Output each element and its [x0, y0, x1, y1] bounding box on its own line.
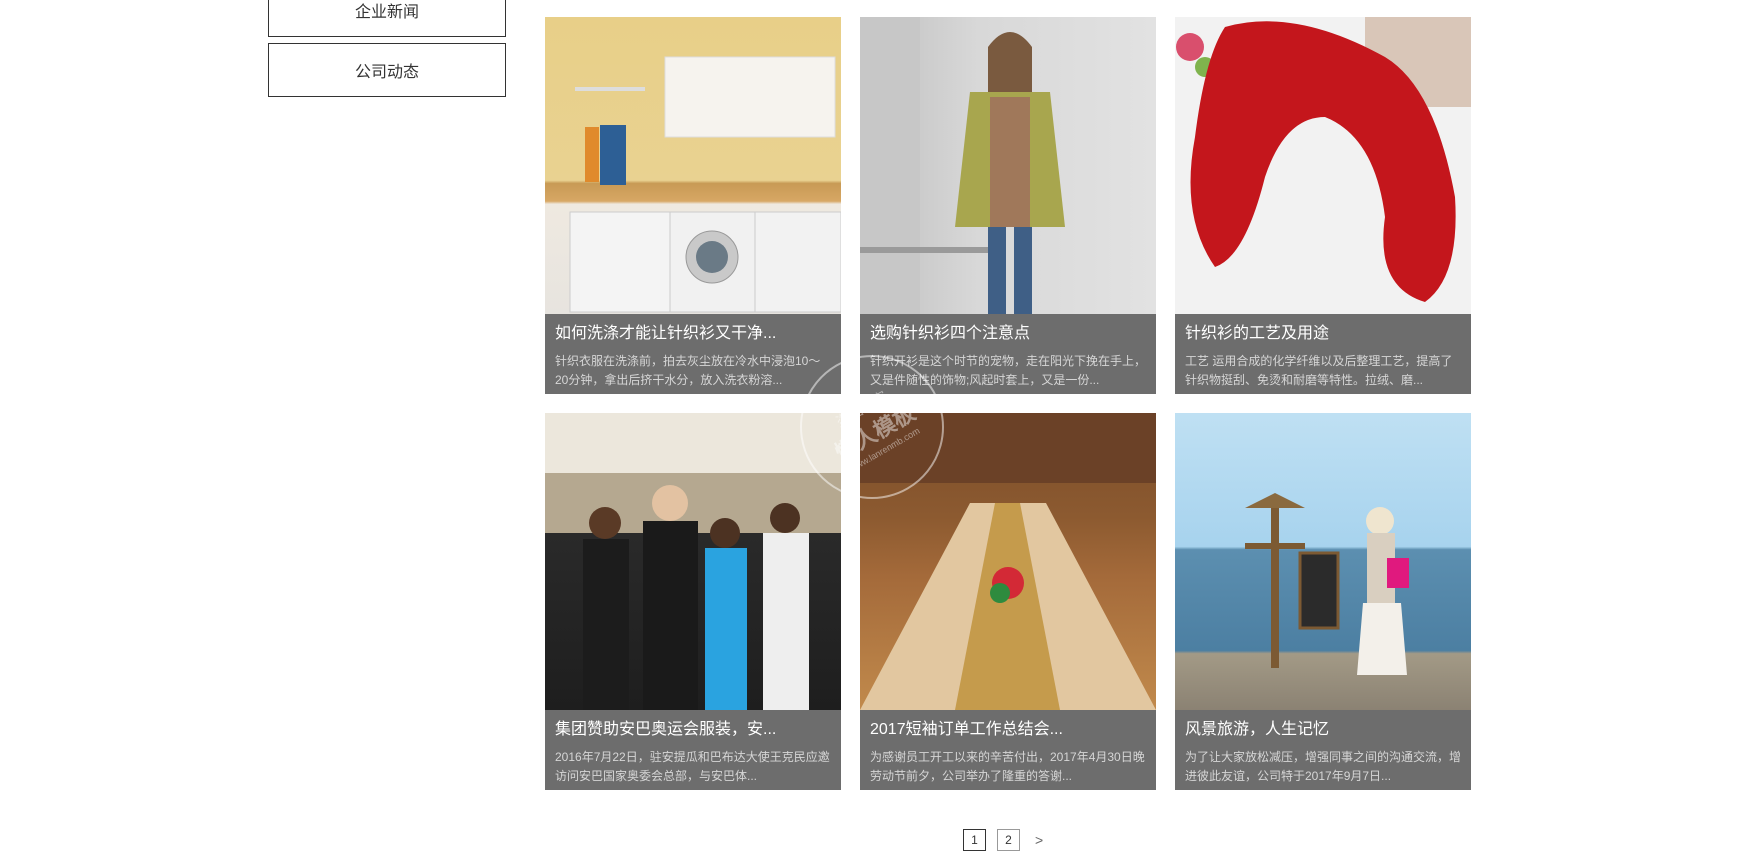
pagination: 1 2 > — [963, 829, 1047, 851]
woman-cardigan-illustration — [860, 17, 1065, 314]
news-title[interactable]: 针织衫的工艺及用途 — [1185, 324, 1461, 344]
news-image-red-scarf[interactable] — [1175, 17, 1471, 314]
news-summary: 针织开衫是这个时节的宠物，走在阳光下挽在手上，又是件随性的饰物;风起时套上，又是… — [870, 354, 1146, 387]
seaside-travel-illustration — [1245, 493, 1409, 675]
news-card[interactable]: 2017短袖订单工作总结会... 为感谢员工开工以来的辛苦付出，2017年4月3… — [860, 413, 1156, 790]
page-button-1[interactable]: 1 — [963, 829, 986, 851]
news-title[interactable]: 集团赞助安巴奥运会服装，安... — [555, 720, 831, 740]
red-scarf-illustration — [1176, 17, 1471, 303]
sidebar-item-company-news[interactable]: 企业新闻 — [268, 0, 506, 37]
next-page-icon[interactable]: > — [1031, 832, 1047, 848]
news-summary: 2016年7月22日，驻安提瓜和巴布达大使王克民应邀访问安巴国家奥委会总部，与安… — [555, 750, 830, 783]
news-title[interactable]: 风景旅游，人生记忆 — [1185, 720, 1461, 740]
page-button-2[interactable]: 2 — [997, 829, 1020, 851]
news-grid: 如何洗涤才能让针织衫又干净... 针织衣服在洗涤前，拍去灰尘放在冷水中浸泡10～… — [545, 17, 1471, 790]
news-card[interactable]: 针织衫的工艺及用途 工艺 运用合成的化学纤维以及后整理工艺，提高了针织物挺刮、免… — [1175, 17, 1471, 394]
sidebar-item-label: 企业新闻 — [354, 4, 419, 21]
sidebar-item-company-updates[interactable]: 公司动态 — [268, 43, 506, 97]
sidebar-item-label: 公司动态 — [354, 64, 419, 81]
group-photo-illustration — [545, 413, 841, 710]
news-card[interactable]: 如何洗涤才能让针织衫又干净... 针织衣服在洗涤前，拍去灰尘放在冷水中浸泡10～… — [545, 17, 841, 394]
news-image-group-photo[interactable] — [545, 413, 841, 710]
laundry-room-illustration — [569, 56, 841, 313]
news-summary: 针织衣服在洗涤前，拍去灰尘放在冷水中浸泡10～20分钟，拿出后挤干水分，放入洗衣… — [555, 354, 821, 387]
news-title[interactable]: 如何洗涤才能让针织衫又干净... — [555, 324, 831, 344]
news-image-laundry-room[interactable] — [545, 17, 841, 314]
news-card[interactable]: 选购针织衫四个注意点 针织开衫是这个时节的宠物，走在阳光下挽在手上，又是件随性的… — [860, 17, 1156, 394]
news-summary: 为了让大家放松减压，增强同事之间的沟通交流，增进彼此友谊，公司特于2017年9月… — [1185, 750, 1461, 783]
news-title[interactable]: 2017短袖订单工作总结会... — [870, 720, 1146, 740]
news-image-banquet-hall[interactable] — [860, 413, 1156, 710]
sidebar: 企业新闻 公司动态 — [268, 0, 506, 103]
banquet-hall-illustration — [860, 413, 1156, 710]
news-summary: 工艺 运用合成的化学纤维以及后整理工艺，提高了针织物挺刮、免烫和耐磨等特性。拉绒… — [1185, 354, 1453, 387]
news-image-woman-cardigan[interactable] — [860, 17, 1156, 314]
news-summary: 为感谢员工开工以来的辛苦付出，2017年4月30日晚劳动节前夕，公司举办了隆重的… — [870, 750, 1145, 783]
news-title[interactable]: 选购针织衫四个注意点 — [870, 324, 1146, 344]
news-card[interactable]: 风景旅游，人生记忆 为了让大家放松减压，增强同事之间的沟通交流，增进彼此友谊，公… — [1175, 413, 1471, 790]
news-image-seaside-travel[interactable] — [1175, 413, 1471, 710]
news-card[interactable]: 集团赞助安巴奥运会服装，安... 2016年7月22日，驻安提瓜和巴布达大使王克… — [545, 413, 841, 790]
